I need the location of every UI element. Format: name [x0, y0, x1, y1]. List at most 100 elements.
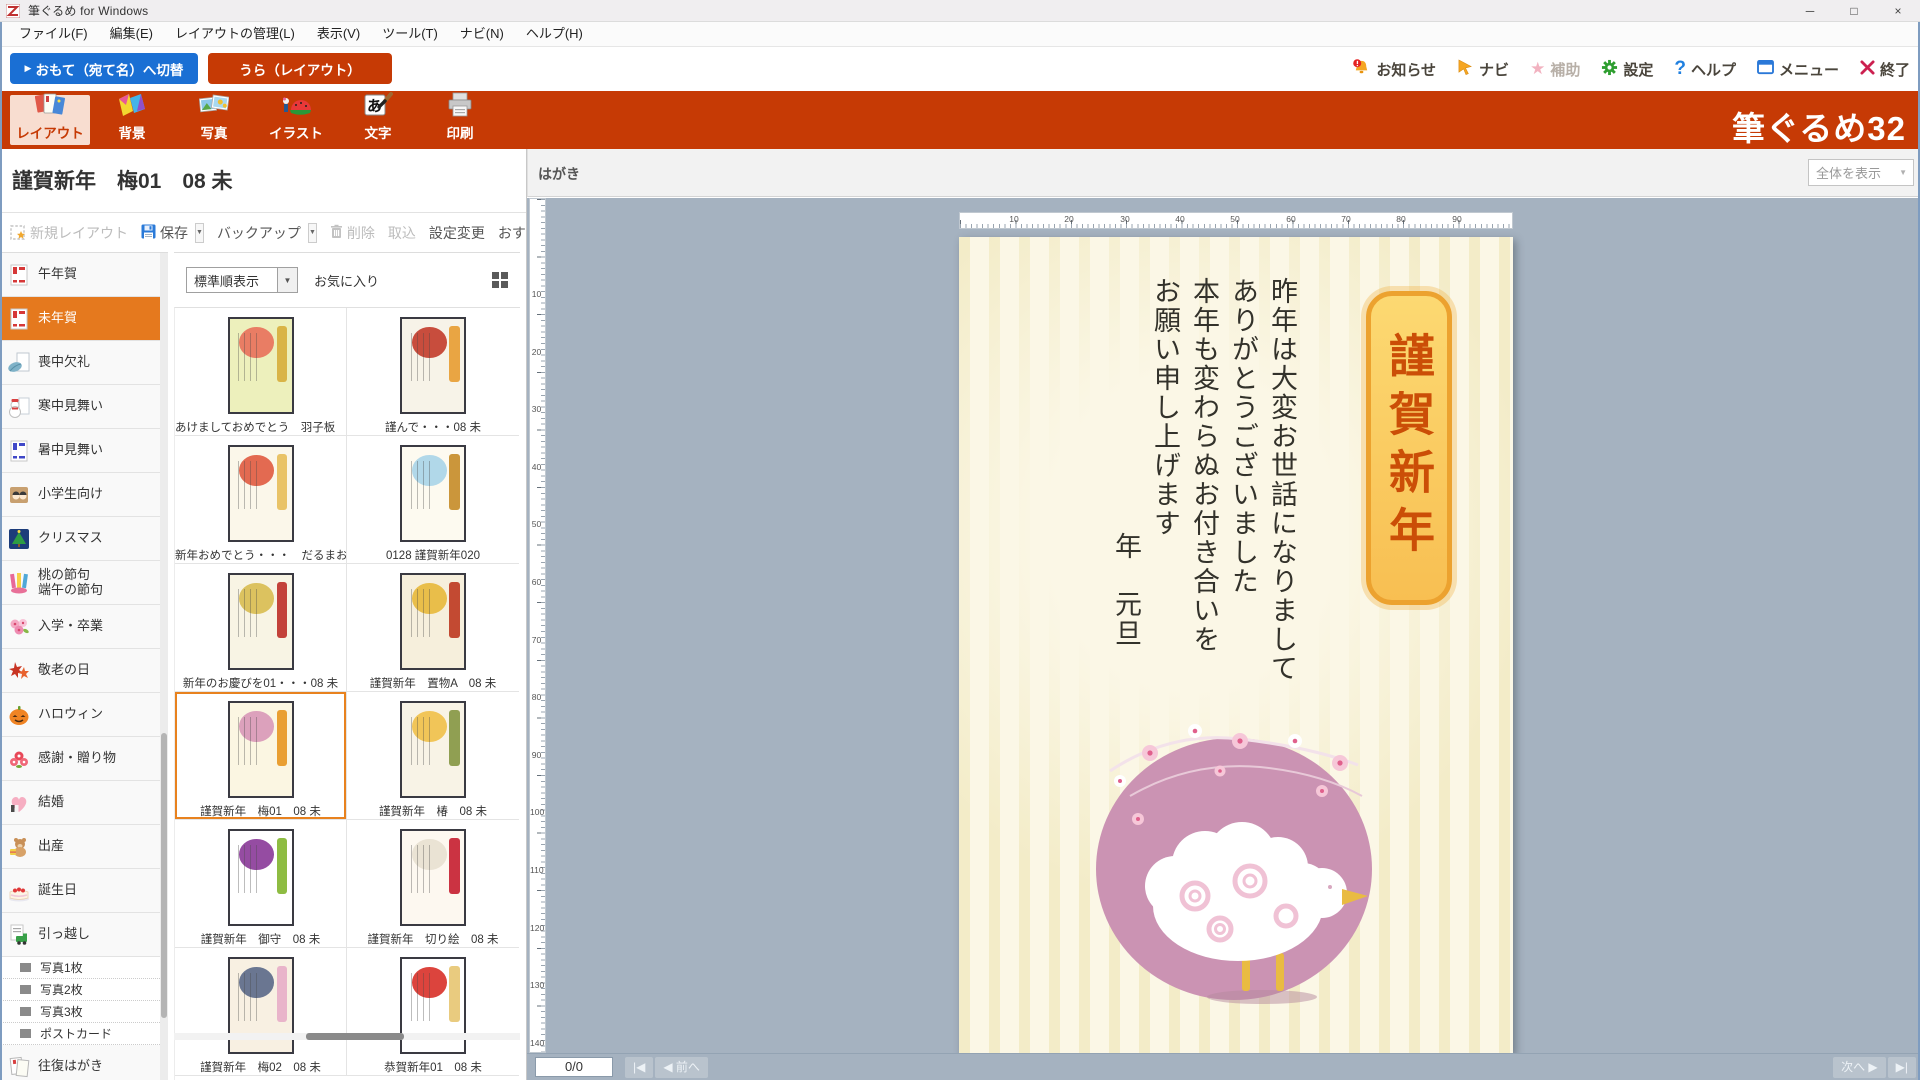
- sidebar-item-mochu[interactable]: 喪中欠礼: [0, 341, 160, 385]
- notice-button[interactable]: お知らせ: [1352, 58, 1436, 81]
- template-item[interactable]: 謹んで・・・08 未: [347, 308, 519, 436]
- template-controls: 標準順表示 お気に入り: [174, 253, 520, 307]
- tab-front-address[interactable]: おもて（宛て名）へ切替: [10, 53, 198, 84]
- tool-print[interactable]: 印刷: [420, 95, 500, 145]
- sidebar-item-kekkon[interactable]: 結婚: [0, 781, 160, 825]
- backup-button[interactable]: バックアップ: [217, 223, 301, 243]
- sidebar-item-kansha[interactable]: 感謝・贈り物: [0, 737, 160, 781]
- template-item-selected[interactable]: 謹賀新年 梅01 08 未: [175, 692, 347, 820]
- template-item[interactable]: 謹賀新年 切り絵 08 未: [347, 820, 519, 948]
- delete-button[interactable]: 削除: [330, 223, 375, 243]
- settings-button[interactable]: 設定: [1601, 59, 1653, 80]
- chevron-down-icon[interactable]: [277, 268, 297, 292]
- grid-view-icon[interactable]: [492, 272, 508, 288]
- sidebar-item-kanchu[interactable]: 寒中見舞い: [0, 385, 160, 429]
- question-icon: [1674, 58, 1686, 80]
- photo-slot-icon: [20, 963, 31, 972]
- sidebar-item-halloween[interactable]: ハロウィン: [0, 693, 160, 737]
- template-hscrollbar[interactable]: [174, 1033, 520, 1040]
- sort-order-select[interactable]: 標準順表示: [186, 267, 298, 293]
- sidebar-item-shussan[interactable]: 出産: [0, 825, 160, 869]
- maximize-button[interactable]: □: [1832, 0, 1876, 21]
- sidebar-item-sekku[interactable]: 桃の節句 端午の節句: [0, 561, 160, 605]
- text-brush-icon: あ: [363, 92, 393, 121]
- cherry-blossom-icon: [7, 615, 31, 639]
- import-button[interactable]: 取込: [388, 223, 416, 243]
- postcard-preview[interactable]: 謹賀新年 昨年は大変お世話になりまして ありがとうございました 本年も変わらぬお…: [959, 237, 1513, 1053]
- template-item[interactable]: 謹賀新年 椿 08 未: [347, 692, 519, 820]
- template-item[interactable]: 謹賀新年 梅02 08 未: [175, 948, 347, 1076]
- sidebar-item-shochu[interactable]: 暑中見舞い: [0, 429, 160, 473]
- navi-button[interactable]: ナビ: [1457, 59, 1509, 80]
- sidebar-subitem-photo1[interactable]: 写真1枚: [0, 957, 160, 979]
- zoom-select[interactable]: 全体を表示: [1808, 159, 1914, 186]
- prev-page-button[interactable]: ◀ 前へ: [655, 1057, 708, 1078]
- signature: 年 元旦: [1106, 277, 1145, 757]
- menu-bar: ファイル(F) 編集(E) レイアウトの管理(L) 表示(V) ツール(T) ナ…: [0, 22, 1920, 47]
- menu-file[interactable]: ファイル(F): [8, 22, 99, 46]
- assist-button[interactable]: 補助: [1530, 59, 1580, 80]
- template-thumbnail: [402, 447, 464, 540]
- template-item[interactable]: 謹賀新年 置物A 08 未: [347, 564, 519, 692]
- template-item[interactable]: 謹賀新年 御守 08 未: [175, 820, 347, 948]
- ribbon: レイアウト 背景 写真 イラスト あ 文字 印刷 筆ぐるめ32: [0, 91, 1920, 149]
- close-button[interactable]: ×: [1876, 0, 1920, 21]
- minimize-button[interactable]: ─: [1788, 0, 1832, 21]
- exit-button[interactable]: 終了: [1860, 59, 1910, 80]
- template-hscrollbar-thumb[interactable]: [306, 1033, 404, 1040]
- sidebar-item-shogakusei[interactable]: 小学生向け: [0, 473, 160, 517]
- last-page-button[interactable]: ▶|: [1888, 1057, 1916, 1078]
- template-item[interactable]: 恭賀新年01 08 未: [347, 948, 519, 1076]
- sidebar-subitem-photo2[interactable]: 写真2枚: [0, 979, 160, 1001]
- sidebar-item-tanjobi[interactable]: 誕生日: [0, 869, 160, 913]
- template-item[interactable]: 新年のお慶びを01・・・08 未: [175, 564, 347, 692]
- menu-layout-manage[interactable]: レイアウトの管理(L): [164, 22, 306, 46]
- help-button[interactable]: ヘルプ: [1674, 58, 1736, 80]
- menu-button[interactable]: メニュー: [1757, 59, 1839, 80]
- sidebar-item-keiro[interactable]: 敬老の日: [0, 649, 160, 693]
- window-icon: [1757, 60, 1774, 79]
- backup-dropdown-caret[interactable]: [308, 223, 317, 243]
- sidebar-item-christmas[interactable]: クリスマス: [0, 517, 160, 561]
- tab-back-layout[interactable]: うら（レイアウト）: [208, 53, 392, 84]
- change-settings-button[interactable]: 設定変更: [429, 223, 485, 243]
- template-thumbnail: [230, 319, 292, 412]
- greeting-message[interactable]: 昨年は大変お世話になりまして ありがとうございました 本年も変わらぬお付き合いを…: [1106, 277, 1301, 757]
- app-icon: [6, 4, 20, 18]
- sidebar-item-uma-nenga[interactable]: 午年賀: [0, 253, 160, 297]
- greeting-badge[interactable]: 謹賀新年: [1366, 291, 1452, 605]
- new-layout-button[interactable]: 新規レイアウト: [10, 223, 128, 243]
- first-page-button[interactable]: |◀: [625, 1057, 653, 1078]
- sidebar-item-hikkoshi[interactable]: 引っ越し: [0, 913, 160, 957]
- menu-navi[interactable]: ナビ(N): [449, 22, 515, 46]
- tool-photo[interactable]: 写真: [174, 95, 254, 145]
- template-thumbnail: [402, 831, 464, 924]
- tool-background[interactable]: 背景: [92, 95, 172, 145]
- sidebar-item-ofuku-hagaki[interactable]: 往復はがき: [0, 1045, 160, 1080]
- save-button[interactable]: 保存: [141, 223, 188, 243]
- sidebar-subitem-photo3[interactable]: 写真3枚: [0, 1001, 160, 1023]
- menu-tools[interactable]: ツール(T): [371, 22, 449, 46]
- tool-illustration[interactable]: イラスト: [256, 95, 336, 145]
- template-item[interactable]: 0128 謹賀新年020: [347, 436, 519, 564]
- maple-leaf-icon: [7, 659, 31, 683]
- next-page-button[interactable]: 次へ ▶: [1833, 1057, 1886, 1078]
- layout-title: 謹賀新年 梅01 08 未: [12, 165, 233, 195]
- sidebar-scrollbar-thumb[interactable]: [161, 733, 167, 1018]
- sidebar-item-hitsuji-nenga[interactable]: 未年賀: [0, 297, 160, 341]
- menu-edit[interactable]: 編集(E): [99, 22, 164, 46]
- tool-layout[interactable]: レイアウト: [10, 95, 90, 145]
- page-indicator[interactable]: 0/0: [535, 1057, 613, 1077]
- menu-view[interactable]: 表示(V): [306, 22, 371, 46]
- gear-icon: [1601, 59, 1618, 80]
- sidebar-scrollbar[interactable]: [160, 253, 168, 1080]
- tool-text[interactable]: あ 文字: [338, 95, 418, 145]
- save-dropdown-caret[interactable]: [195, 223, 204, 243]
- sidebar-subitem-postcard[interactable]: ポストカード: [0, 1023, 160, 1045]
- sidebar-item-nyugaku[interactable]: 入学・卒業: [0, 605, 160, 649]
- favorites-label[interactable]: お気に入り: [314, 271, 379, 290]
- template-item[interactable]: あけましておめでとう 羽子板 08 未: [175, 308, 347, 436]
- template-thumbnail: [402, 703, 464, 796]
- menu-help[interactable]: ヘルプ(H): [515, 22, 594, 46]
- template-item[interactable]: 新年おめでとう・・・ だるまおとし …: [175, 436, 347, 564]
